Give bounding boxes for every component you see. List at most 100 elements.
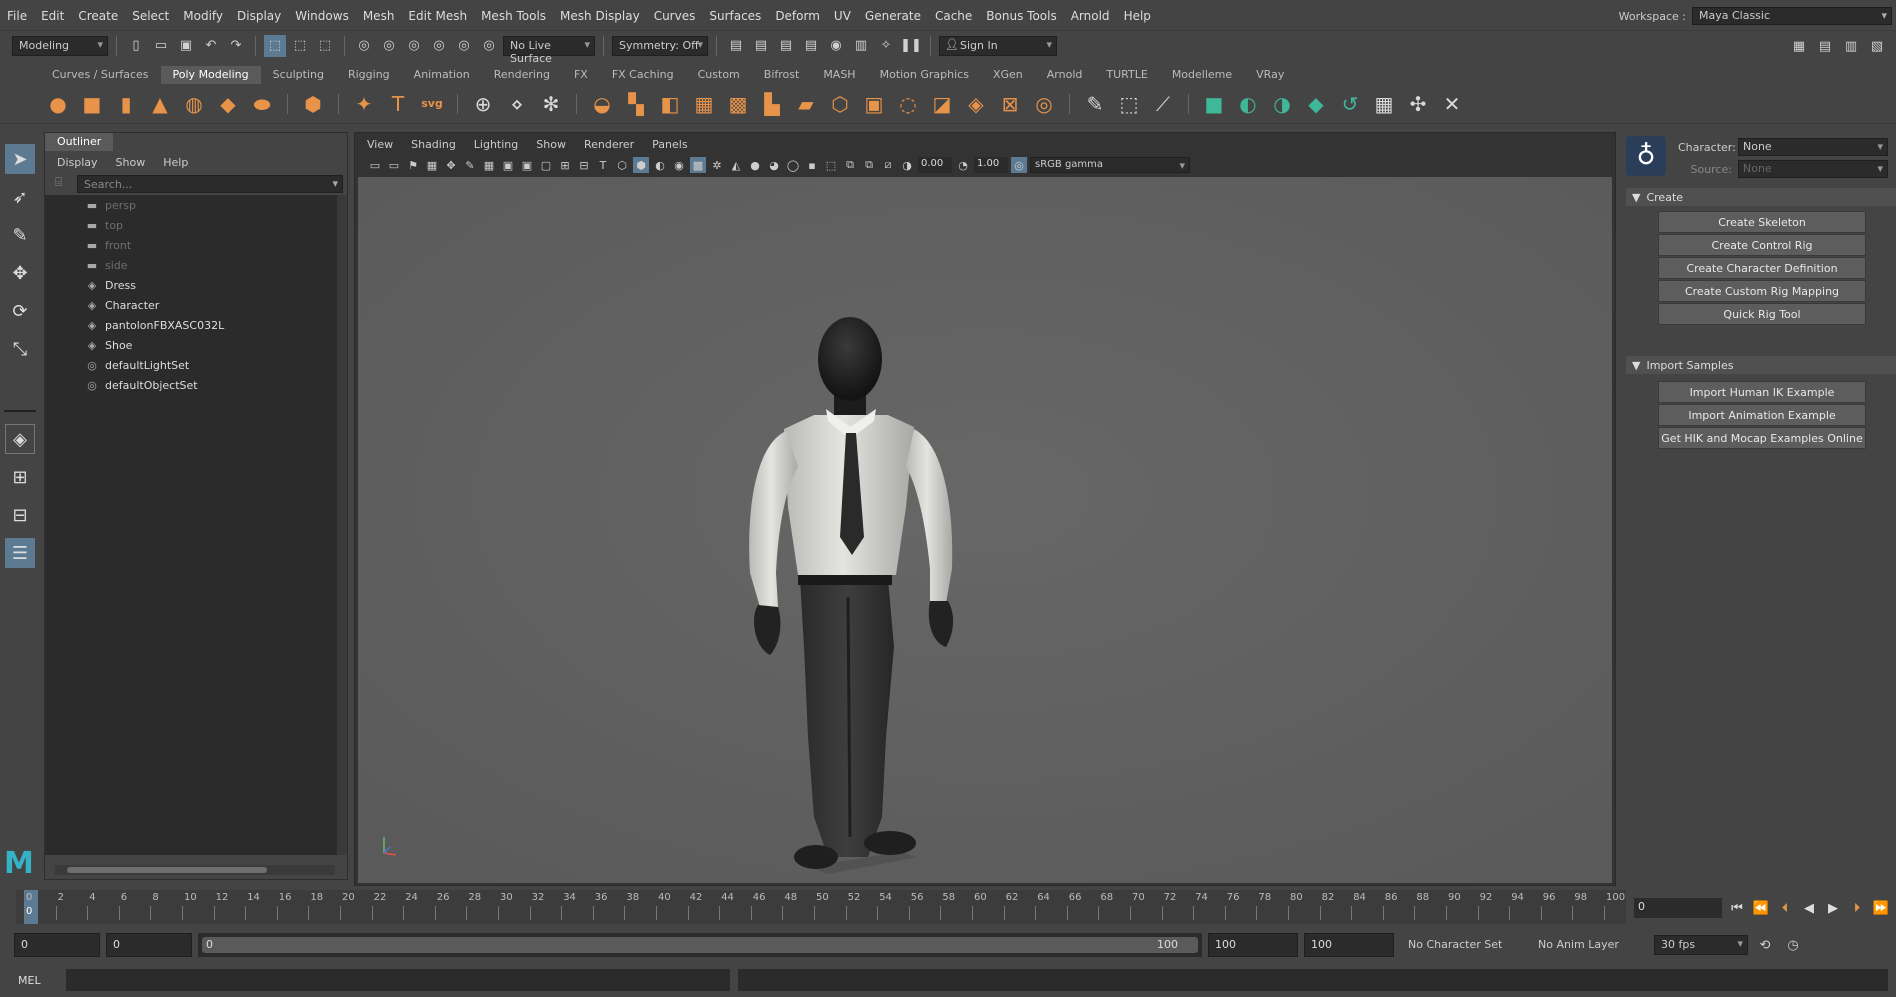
shelf-tab-curves-surfaces[interactable]: Curves / Surfaces [40, 66, 161, 84]
menu-edit[interactable]: Edit [34, 9, 71, 23]
color-management-icon[interactable]: ◎ [1011, 157, 1027, 173]
filter-icon[interactable]: ⌸ [55, 175, 62, 190]
modeling-toolkit-icon[interactable]: ▦ [1788, 35, 1810, 57]
ipr-icon[interactable]: ▤ [775, 35, 797, 57]
menu-bonus-tools[interactable]: Bonus Tools [979, 9, 1063, 23]
svg-icon[interactable]: svg [418, 90, 446, 118]
lasso-tool-icon[interactable]: ➶ [5, 182, 35, 212]
snap-curve-icon[interactable]: ◎ [378, 35, 400, 57]
shelf-tab-bifrost[interactable]: Bifrost [752, 66, 812, 84]
platonic-solid-icon[interactable]: ⬢ [299, 90, 327, 118]
snap-view-icon[interactable]: ◎ [428, 35, 450, 57]
import-section-header[interactable]: ▼ Import Samples [1626, 356, 1896, 374]
outliner-item[interactable]: ▬ side [45, 255, 337, 275]
search-dropdown-icon[interactable]: ▾ [332, 177, 338, 190]
create-button[interactable]: Create Custom Rig Mapping [1658, 280, 1866, 302]
film-gate-icon[interactable]: ▣ [500, 157, 516, 173]
select-component-icon[interactable]: ⬚ [314, 35, 336, 57]
create-button[interactable]: Quick Rig Tool [1658, 303, 1866, 325]
smooth-icon[interactable]: ▦ [690, 90, 718, 118]
safe-action-icon[interactable]: ⊟ [576, 157, 592, 173]
poke-icon[interactable]: ⊠ [996, 90, 1024, 118]
separate-icon[interactable]: ▚ [622, 90, 650, 118]
snap-settings-icon[interactable]: ◎ [478, 35, 500, 57]
pause-icon[interactable]: ❚❚ [900, 35, 922, 57]
live-surface-field[interactable]: No Live Surface [503, 35, 595, 65]
snap-point-icon[interactable]: ◎ [403, 35, 425, 57]
xray-components-icon[interactable]: ⧄ [880, 157, 896, 173]
wireframe-icon[interactable]: ⬡ [614, 157, 630, 173]
character-set-dropdown[interactable]: No Character Set [1400, 933, 1524, 957]
shelf-tab-sculpting[interactable]: Sculpting [261, 66, 336, 84]
poly-cube-icon[interactable]: ■ [78, 90, 106, 118]
undo-icon[interactable]: ↶ [200, 35, 222, 57]
render-view-icon[interactable]: ▥ [850, 35, 872, 57]
step-back-key-icon[interactable]: ⏪ [1752, 901, 1770, 916]
shelf-tab-rendering[interactable]: Rendering [482, 66, 562, 84]
save-scene-icon[interactable]: ▣ [175, 35, 197, 57]
create-button[interactable]: Create Character Definition [1658, 257, 1866, 279]
shelf-tab-turtle[interactable]: TURTLE [1094, 66, 1159, 84]
poly-cone-icon[interactable]: ▲ [146, 90, 174, 118]
open-scene-icon[interactable]: ▭ [150, 35, 172, 57]
exposure-field[interactable]: 0.00 [918, 157, 952, 173]
outliner-item[interactable]: ◎ defaultObjectSet [45, 375, 337, 395]
shelf-tab-arnold[interactable]: Arnold [1035, 66, 1095, 84]
time-slider[interactable]: 0 0 2 4 6 8 10 12 14 16 18 20 22 24 26 28 30 32 34 36 38 40 4… [16, 890, 1626, 924]
screen-space-ao-icon[interactable]: ● [747, 157, 763, 173]
select-object-icon[interactable]: ⬚ [289, 35, 311, 57]
single-perspective-layout-icon[interactable]: ◈ [5, 424, 35, 454]
fill-hole-icon[interactable]: ▣ [860, 90, 888, 118]
menu-mesh-display[interactable]: Mesh Display [553, 9, 647, 23]
gamma-field[interactable]: 1.00 [974, 157, 1008, 173]
exposure-icon[interactable]: ◑ [899, 157, 915, 173]
menu-generate[interactable]: Generate [858, 9, 928, 23]
snap-surface-icon[interactable]: ◎ [453, 35, 475, 57]
uv-planar-icon[interactable]: ■ [1200, 90, 1228, 118]
shelf-tab-fx[interactable]: FX [562, 66, 600, 84]
2d-pan-zoom-icon[interactable]: ✥ [443, 157, 459, 173]
resolution-gate-icon[interactable]: ▣ [519, 157, 535, 173]
shelf-tab-poly-modeling[interactable]: Poly Modeling [160, 66, 261, 84]
outliner-menu-display[interactable]: Display [57, 156, 98, 169]
outliner-item[interactable]: ◈ Character [45, 295, 337, 315]
combine-icon[interactable]: ◒ [588, 90, 616, 118]
uv-cut-icon[interactable]: ✕ [1438, 90, 1466, 118]
grid-icon[interactable]: ▦ [481, 157, 497, 173]
color-space-dropdown[interactable]: sRGB gamma [1030, 157, 1190, 173]
shelf-tab-motion-graphics[interactable]: Motion Graphics [868, 66, 981, 84]
poly-sphere-icon[interactable]: ● [44, 90, 72, 118]
poly-disc-icon[interactable]: ⬬ [248, 90, 276, 118]
shelf-tab-custom[interactable]: Custom [686, 66, 752, 84]
outliner-item[interactable]: ◈ Shoe [45, 335, 337, 355]
isolate-select-icon[interactable]: ⬚ [823, 157, 839, 173]
uv-cylindrical-icon[interactable]: ◐ [1234, 90, 1262, 118]
import-button[interactable]: Get HIK and Mocap Examples Online [1658, 427, 1866, 449]
outliner-vertical-scrollbar[interactable] [337, 195, 347, 855]
extrude-icon[interactable]: ▙ [758, 90, 786, 118]
bevel-icon[interactable]: ✻ [537, 90, 565, 118]
menu-help[interactable]: Help [1117, 9, 1158, 23]
default-material-icon[interactable]: ◐ [652, 157, 668, 173]
outliner-tab[interactable]: Outliner [45, 133, 114, 151]
smooth-shade-icon[interactable]: ⬢ [633, 157, 649, 173]
select-tool-icon[interactable]: ➤ [5, 144, 35, 174]
uv-automatic-icon[interactable]: ◆ [1302, 90, 1330, 118]
render-settings-icon[interactable]: ▤ [800, 35, 822, 57]
scale-tool-icon[interactable]: ⤡ [5, 334, 35, 364]
create-button[interactable]: Create Skeleton [1658, 211, 1866, 233]
select-hierarchy-icon[interactable]: ⬚ [264, 34, 286, 57]
gate-mask-icon[interactable]: ▢ [538, 157, 554, 173]
symmetry-dropdown[interactable]: Symmetry: Off [612, 35, 708, 56]
character-dropdown[interactable]: None [1738, 138, 1888, 156]
tool-settings-icon[interactable]: ▥ [1840, 35, 1862, 57]
sign-in-dropdown[interactable]: 👤︎ Sign In [939, 35, 1057, 56]
start-time-field[interactable]: 0 [14, 933, 100, 957]
menu-deform[interactable]: Deform [768, 9, 827, 23]
menu-modify[interactable]: Modify [176, 9, 230, 23]
depth-of-field-icon[interactable]: ▪ [804, 157, 820, 173]
xray-icon[interactable]: ⧉ [842, 157, 858, 173]
four-view-layout-icon[interactable]: ⊞ [5, 462, 35, 492]
render-frame-icon[interactable]: ▤ [725, 35, 747, 57]
viewport-menu-lighting[interactable]: Lighting [474, 138, 518, 151]
